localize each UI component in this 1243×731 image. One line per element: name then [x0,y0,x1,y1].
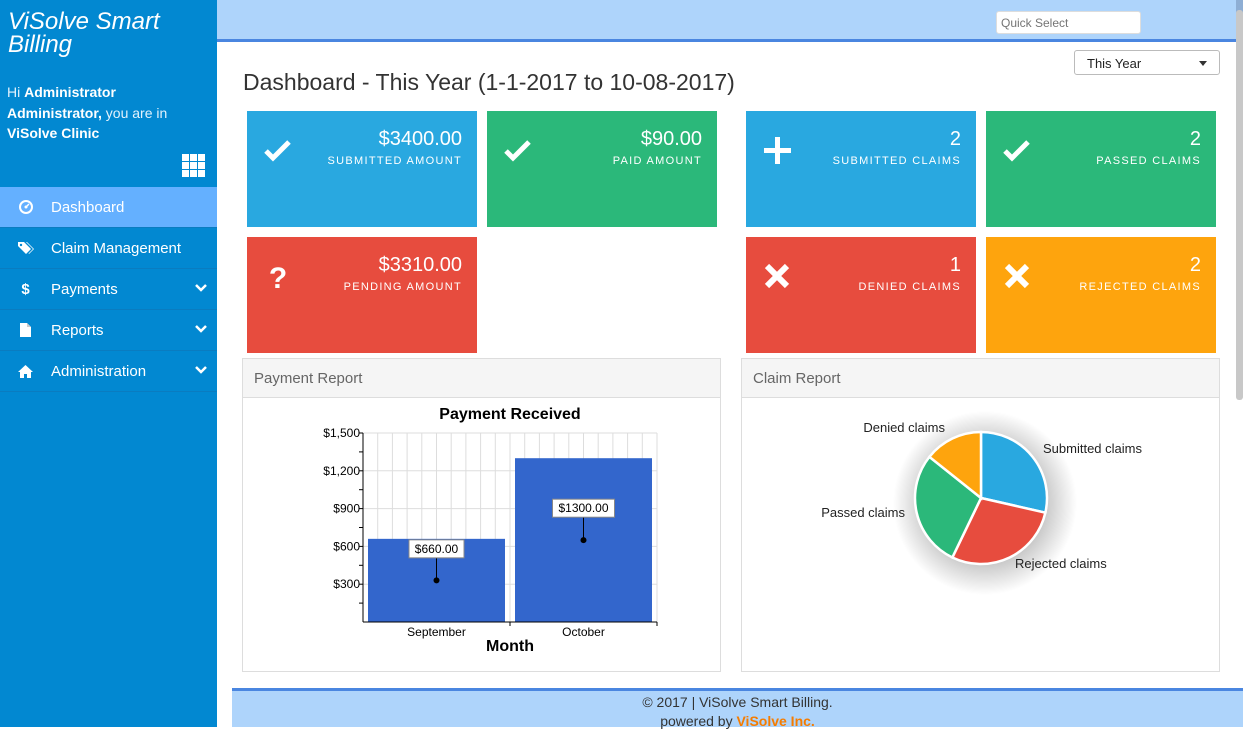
data-point [433,577,440,584]
tile-value: 1 [949,254,961,276]
tile-submitted-amount[interactable]: $3400.00 SUBMITTED AMOUNT [247,111,477,227]
tile-rejected-claims[interactable]: 2 REJECTED CLAIMS [986,237,1216,353]
tile-paid-amount[interactable]: $90.00 PAID AMOUNT [487,111,717,227]
tile-label: SUBMITTED AMOUNT [327,155,462,167]
chevron-down-icon[interactable] [195,323,207,335]
user-name: Administrator Administrator, [7,84,116,121]
pie-label: Denied claims [863,420,945,435]
sidebar-item-label: Administration [51,362,147,380]
y-tick-label: $600 [333,539,360,553]
sidebar-item-claim-management[interactable]: Claim Management [0,228,217,269]
y-tick-label: $300 [333,577,360,591]
sidebar-menu: Dashboard Claim Management $ Payments Re… [0,187,217,392]
tile-label: PAID AMOUNT [612,155,702,167]
tags-icon [0,241,51,255]
home-icon [0,364,51,378]
tile-value: $3310.00 [378,254,462,276]
sidebar-item-administration[interactable]: Administration [0,351,217,392]
svg-text:?: ? [269,262,287,291]
user-greeting: Hi Administrator Administrator, you are … [7,82,212,144]
x-tick-label: September [407,625,466,639]
caret-down-icon [1199,61,1207,66]
sidebar-item-dashboard[interactable]: Dashboard [0,187,217,228]
sidebar-item-reports[interactable]: Reports [0,310,217,351]
times-icon [764,263,790,289]
sidebar-item-payments[interactable]: $ Payments [0,269,217,310]
tile-pending-amount[interactable]: ? $3310.00 PENDING AMOUNT [247,237,477,353]
data-label: $1300.00 [558,501,608,515]
chart-title: Payment Received [439,406,580,423]
y-tick-label: $1,200 [323,464,360,478]
chevron-down-icon[interactable] [195,282,207,294]
sidebar: ViSolve Smart Billing Hi Administrator A… [0,0,217,727]
pie-label: Submitted claims [1043,441,1142,456]
chevron-down-icon[interactable] [195,364,207,376]
times-icon [1004,263,1030,289]
claim-pie-chart: Submitted claims Rejected claims Passed cl… [821,411,1142,595]
tile-value: 2 [949,128,961,150]
tile-value: 2 [1189,128,1201,150]
sidebar-item-label: Payments [51,280,118,298]
payment-bar-chart: Payment Received Month $660.00 September $… [323,406,658,655]
scrollbar-thumb[interactable] [1236,10,1243,400]
sidebar-item-label: Claim Management [51,239,182,257]
footer: © 2017 | ViSolve Smart Billing. powered … [232,688,1243,729]
tile-label: PENDING AMOUNT [343,281,462,293]
tile-value: $3400.00 [378,128,462,150]
check-icon [264,140,291,162]
y-tick-label: $900 [333,502,360,516]
claim-report-panel: Claim Report Submitted claims Rejected cl… [741,358,1220,672]
data-label: $660.00 [415,542,459,556]
greeting-mid: you are in [105,104,168,121]
x-tick-label: October [562,625,605,639]
grid-icon[interactable] [182,154,205,177]
pie-label: Rejected claims [1015,556,1107,571]
period-select-value: This Year [1087,56,1142,71]
page-title: Dashboard - This Year (1-1-2017 to 10-08… [243,69,735,95]
tile-value: $90.00 [640,128,702,150]
panel-heading: Payment Report [243,359,720,398]
tile-value: 2 [1189,254,1201,276]
tile-label: DENIED CLAIMS [858,281,961,293]
tile-label: REJECTED CLAIMS [1079,281,1201,293]
file-icon [0,323,51,337]
tile-denied-claims[interactable]: 1 DENIED CLAIMS [746,237,976,353]
sidebar-item-label: Dashboard [51,198,125,216]
payment-report-panel: Payment Report Payment Received Month $6… [242,358,721,672]
clinic-name: ViSolve Clinic [7,125,100,141]
check-icon [504,140,531,162]
x-axis-label: Month [486,638,534,655]
check-icon [1003,140,1030,162]
pie-label: Passed claims [821,505,905,520]
tile-label: SUBMITTED CLAIMS [832,155,961,167]
question-icon: ? [269,262,287,291]
dashboard-icon [0,200,51,214]
sidebar-item-label: Reports [51,321,104,339]
data-point [580,537,587,544]
app-brand[interactable]: ViSolve Smart Billing [8,10,208,57]
plus-icon [764,137,791,164]
panel-heading: Claim Report [742,359,1219,398]
period-select[interactable]: This Year [1074,50,1220,75]
tile-submitted-claims[interactable]: 2 SUBMITTED CLAIMS [746,111,976,227]
footer-copyright: © 2017 | ViSolve Smart Billing. [642,694,833,710]
dollar-icon: $ [21,280,30,298]
quick-select-input[interactable] [996,11,1141,34]
tile-passed-claims[interactable]: 2 PASSED CLAIMS [986,111,1216,227]
tile-label: PASSED CLAIMS [1096,155,1201,167]
greeting-hi: Hi [7,84,21,100]
top-bar [217,0,1243,42]
y-tick-label: $1,500 [323,426,360,440]
